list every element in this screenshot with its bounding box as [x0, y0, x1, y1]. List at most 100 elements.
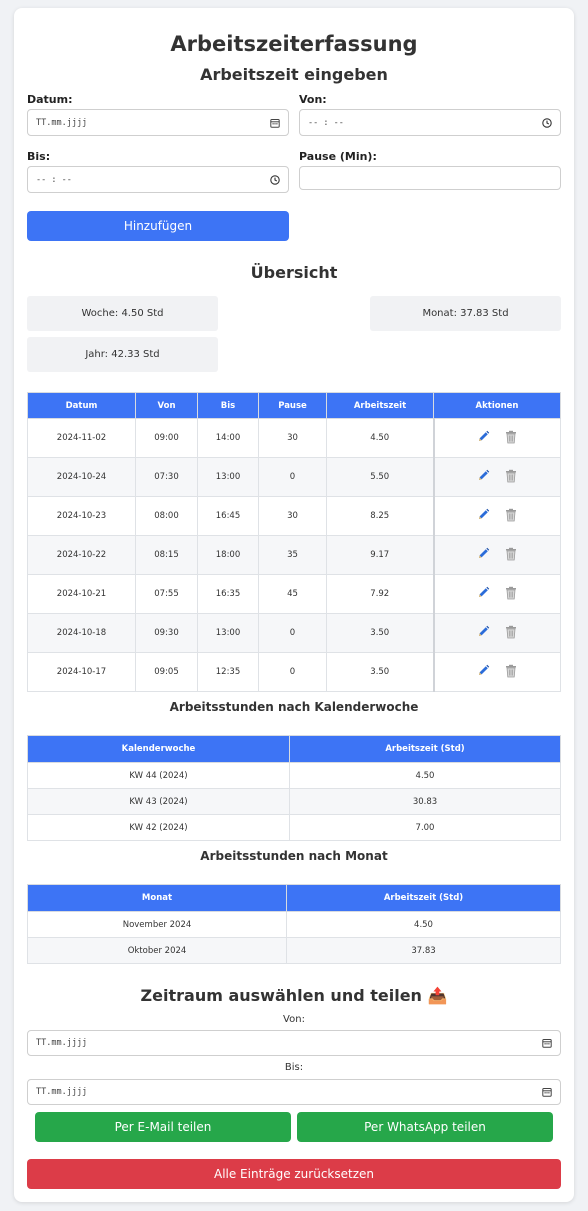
cell-actions — [432, 574, 561, 614]
cell-actions — [432, 418, 561, 458]
monthly-table: Monat Arbeitszeit (Std) November 2024 4.5… — [27, 884, 561, 964]
cell-bis: 16:35 — [197, 574, 259, 614]
cell-period: November 2024 — [27, 911, 287, 938]
share-bis-placeholder: TT.mm.jjjj — [36, 1087, 88, 1097]
von-time-input[interactable]: -- : -- — [299, 109, 561, 136]
cell-pause: 45 — [258, 574, 327, 614]
share-bis-input[interactable]: TT.mm.jjjj — [27, 1079, 561, 1105]
edit-button[interactable] — [477, 430, 490, 446]
calendar-icon[interactable] — [542, 1038, 552, 1048]
share-von-placeholder: TT.mm.jjjj — [36, 1038, 88, 1048]
entry-row: 2024-10-23 08:00 16:45 30 8.25 — [27, 496, 561, 536]
cell-actions — [432, 535, 561, 575]
cell-pause: 0 — [258, 613, 327, 653]
share-bis-label: Bis: — [284, 1062, 304, 1073]
pause-label: Pause (Min): — [299, 150, 377, 163]
weekly-row: KW 42 (2024) 7.00 — [27, 814, 561, 841]
delete-button[interactable] — [504, 625, 518, 642]
pause-input[interactable] — [299, 166, 561, 190]
edit-button[interactable] — [477, 625, 490, 641]
delete-button[interactable] — [504, 469, 518, 486]
delete-button[interactable] — [504, 664, 518, 681]
edit-button[interactable] — [477, 664, 490, 680]
cell-hours: 37.83 — [286, 937, 561, 964]
trash-icon — [505, 586, 516, 599]
entries-header-row: Datum Von Bis Pause Arbeitszeit Aktionen — [27, 392, 561, 419]
weekly-header-row: Kalenderwoche Arbeitszeit (Std) — [27, 735, 561, 763]
edit-button[interactable] — [477, 469, 490, 485]
cell-von: 09:05 — [135, 652, 198, 692]
delete-button[interactable] — [504, 547, 518, 564]
von-placeholder: -- : -- — [308, 117, 344, 128]
cell-period: KW 42 (2024) — [27, 814, 290, 841]
monthly-heading: Arbeitsstunden nach Monat — [200, 849, 388, 863]
col-weekly-hours: Arbeitszeit (Std) — [289, 735, 561, 763]
delete-button[interactable] — [504, 430, 518, 447]
datum-label: Datum: — [27, 93, 73, 106]
page-title: Arbeitszeiterfassung — [170, 32, 418, 56]
calendar-icon[interactable] — [270, 118, 280, 128]
pencil-icon — [478, 625, 489, 636]
entries-table: Datum Von Bis Pause Arbeitszeit Aktionen… — [27, 392, 561, 692]
cell-bis: 13:00 — [197, 457, 259, 497]
cell-arbeitszeit: 7.92 — [326, 574, 434, 614]
cell-hours: 30.83 — [289, 788, 561, 815]
cell-von: 08:15 — [135, 535, 198, 575]
cell-pause: 35 — [258, 535, 327, 575]
monthly-row: November 2024 4.50 — [27, 911, 561, 938]
weekly-row: KW 43 (2024) 30.83 — [27, 788, 561, 815]
von-label: Von: — [299, 93, 327, 106]
entry-row: 2024-10-21 07:55 16:35 45 7.92 — [27, 574, 561, 614]
email-share-button[interactable]: Per E-Mail teilen — [35, 1112, 291, 1142]
cell-datum: 2024-10-17 — [27, 652, 136, 692]
cell-von: 09:30 — [135, 613, 198, 653]
cell-bis: 13:00 — [197, 613, 259, 653]
cell-von: 07:55 — [135, 574, 198, 614]
calendar-icon[interactable] — [542, 1087, 552, 1097]
reset-button[interactable]: Alle Einträge zurücksetzen — [27, 1159, 561, 1189]
cell-arbeitszeit: 9.17 — [326, 535, 434, 575]
pencil-icon — [478, 547, 489, 558]
pencil-icon — [478, 664, 489, 675]
clock-icon[interactable] — [270, 174, 280, 185]
cell-pause: 0 — [258, 652, 327, 692]
add-button[interactable]: Hinzufügen — [27, 211, 289, 241]
share-von-input[interactable]: TT.mm.jjjj — [27, 1030, 561, 1056]
overview-heading: Übersicht — [250, 263, 338, 282]
entry-row: 2024-11-02 09:00 14:00 30 4.50 — [27, 418, 561, 458]
cell-hours: 4.50 — [289, 762, 561, 789]
trash-icon — [505, 547, 516, 560]
clock-icon[interactable] — [542, 117, 552, 128]
bis-time-input[interactable]: -- : -- — [27, 166, 289, 193]
cell-von: 08:00 — [135, 496, 198, 536]
pencil-icon — [478, 430, 489, 441]
bis-label: Bis: — [27, 150, 51, 163]
col-bis: Bis — [197, 392, 259, 419]
cell-datum: 2024-11-02 — [27, 418, 136, 458]
cell-arbeitszeit: 3.50 — [326, 613, 434, 653]
pencil-icon — [478, 508, 489, 519]
cell-arbeitszeit: 3.50 — [326, 652, 434, 692]
cell-actions — [432, 457, 561, 497]
bis-placeholder: -- : -- — [36, 174, 72, 185]
delete-button[interactable] — [504, 586, 518, 603]
datum-input[interactable]: TT.mm.jjjj — [27, 109, 289, 136]
cell-period: KW 43 (2024) — [27, 788, 290, 815]
entry-row: 2024-10-24 07:30 13:00 0 5.50 — [27, 457, 561, 497]
delete-button[interactable] — [504, 508, 518, 525]
share-heading: Zeitraum auswählen und teilen 📤 — [140, 986, 448, 1005]
trash-icon — [505, 664, 516, 677]
week-total: Woche: 4.50 Std — [27, 296, 218, 331]
cell-actions — [432, 652, 561, 692]
month-total: Monat: 37.83 Std — [370, 296, 561, 331]
cell-bis: 16:45 — [197, 496, 259, 536]
edit-button[interactable] — [477, 547, 490, 563]
col-monat: Monat — [27, 884, 287, 912]
col-arbeitszeit: Arbeitszeit — [326, 392, 434, 419]
col-datum: Datum — [27, 392, 136, 419]
edit-button[interactable] — [477, 586, 490, 602]
edit-button[interactable] — [477, 508, 490, 524]
whatsapp-share-button[interactable]: Per WhatsApp teilen — [297, 1112, 553, 1142]
cell-bis: 12:35 — [197, 652, 259, 692]
cell-actions — [432, 496, 561, 536]
